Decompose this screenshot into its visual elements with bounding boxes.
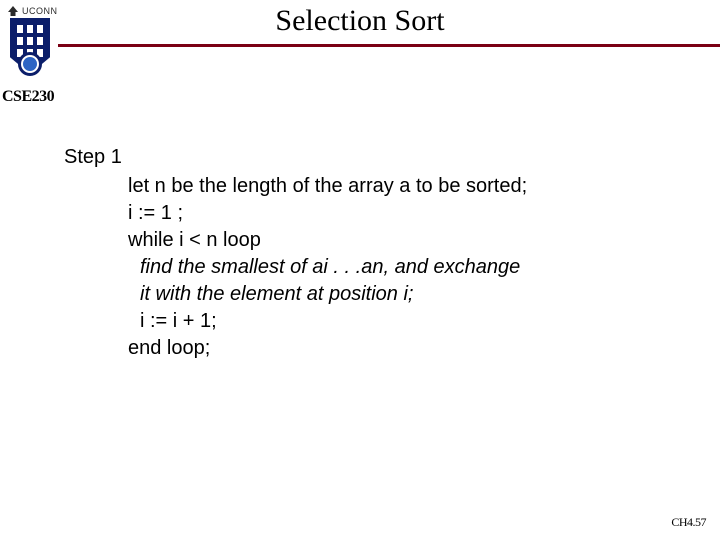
step-label: Step 1 xyxy=(64,144,680,171)
algo-line-5: it with the element at position i; xyxy=(140,281,680,308)
algo-line-3: while i < n loop xyxy=(128,227,680,254)
course-code: CSE230 xyxy=(2,88,54,106)
slide-title: Selection Sort xyxy=(0,4,720,38)
algo-line-4: find the smallest of ai . . .an, and exc… xyxy=(140,254,680,281)
slide-body: Step 1 let n be the length of the array … xyxy=(64,144,680,362)
algo-line-6: i := i + 1; xyxy=(140,308,680,335)
algo-line-1: let n be the length of the array a to be… xyxy=(128,173,680,200)
slide-number: CH4.57 xyxy=(671,515,706,530)
algo-line-7: end loop; xyxy=(128,335,680,362)
seal-center-icon xyxy=(23,57,37,71)
title-divider xyxy=(58,44,720,47)
algo-line-2: i := 1 ; xyxy=(128,200,680,227)
